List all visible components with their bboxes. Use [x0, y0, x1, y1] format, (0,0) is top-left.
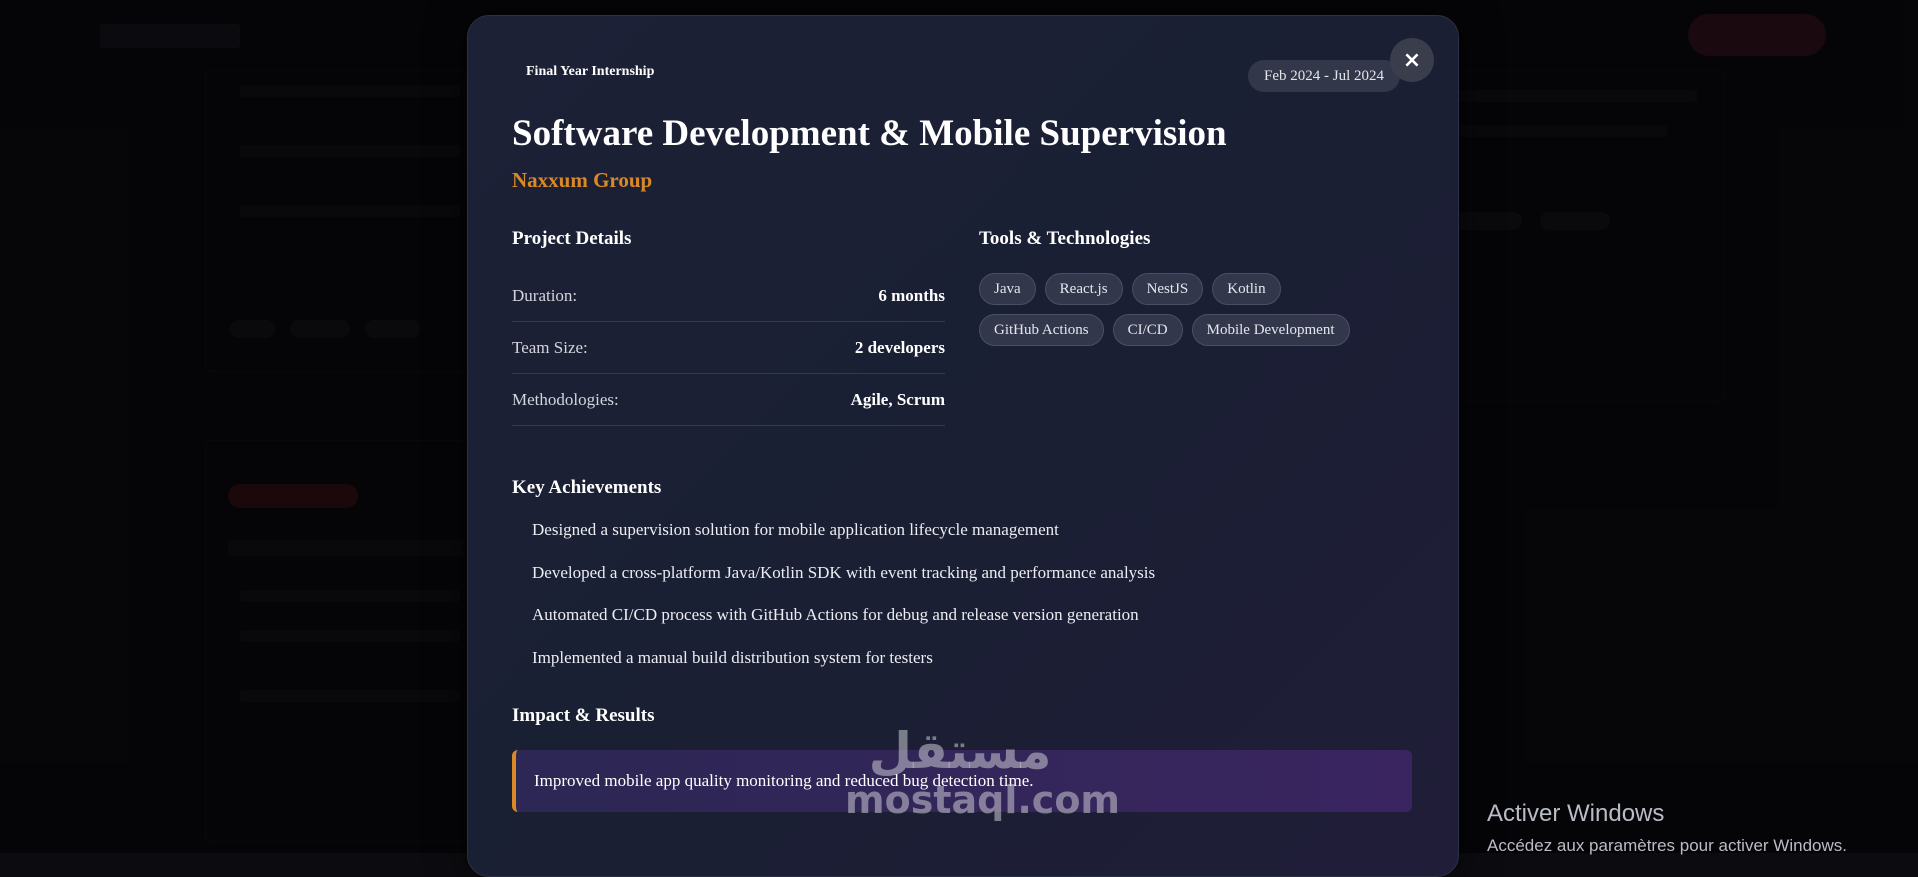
- windows-activation-subtitle: Accédez aux paramètres pour activer Wind…: [1487, 836, 1847, 855]
- close-button[interactable]: ×: [1390, 38, 1434, 82]
- modal-title: Software Development & Mobile Supervisio…: [512, 113, 1227, 154]
- achievement-item: Designed a supervision solution for mobi…: [532, 520, 1059, 539]
- experience-type-label: Final Year Internship: [526, 64, 655, 79]
- windows-activation-notice: Activer Windows Accédez aux paramètres p…: [1487, 800, 1847, 856]
- company-name: Naxxum Group: [512, 168, 653, 192]
- date-range-badge: Feb 2024 - Jul 2024: [1248, 60, 1400, 92]
- detail-value: 2 developers: [854, 337, 945, 357]
- detail-value: 6 months: [878, 285, 945, 305]
- detail-label: Duration:: [512, 285, 578, 305]
- watermark-arabic: مستقل: [868, 722, 1052, 780]
- achievements-list: Designed a supervision solution for mobi…: [532, 520, 1155, 690]
- detail-row-methodologies: Methodologies: Agile, Scrum: [512, 374, 945, 426]
- achievement-item: Automated CI/CD process with GitHub Acti…: [532, 605, 1139, 624]
- tools-heading: Tools & Technologies: [979, 228, 1151, 249]
- tools-tag-list: Java React.js NestJS Kotlin GitHub Actio…: [979, 273, 1399, 346]
- mostaql-watermark: مستقل mostaql.com: [845, 722, 1121, 822]
- impact-heading: Impact & Results: [512, 705, 655, 726]
- watermark-latin: mostaql.com: [845, 778, 1121, 822]
- achievement-item: Implemented a manual build distribution …: [532, 647, 933, 667]
- detail-value: Agile, Scrum: [850, 389, 945, 409]
- project-details-list: Duration: 6 months Team Size: 2 develope…: [512, 270, 945, 426]
- tool-tag: Mobile Development: [1191, 314, 1350, 346]
- detail-label: Team Size:: [512, 337, 588, 357]
- tool-tag: NestJS: [1131, 273, 1204, 305]
- tool-tag: CI/CD: [1112, 314, 1183, 346]
- tool-tag: React.js: [1044, 273, 1123, 305]
- achievement-item: Developed a cross-platform Java/Kotlin S…: [532, 562, 1156, 582]
- achievements-heading: Key Achievements: [512, 477, 662, 498]
- windows-activation-title: Activer Windows: [1487, 800, 1665, 827]
- detail-row-team-size: Team Size: 2 developers: [512, 322, 945, 374]
- project-details-heading: Project Details: [512, 228, 632, 249]
- tool-tag: Java: [979, 273, 1036, 305]
- tool-tag: GitHub Actions: [979, 314, 1104, 346]
- detail-row-duration: Duration: 6 months: [512, 270, 945, 322]
- detail-label: Methodologies:: [512, 389, 619, 409]
- tool-tag: Kotlin: [1212, 273, 1281, 305]
- close-icon: ×: [1402, 47, 1422, 73]
